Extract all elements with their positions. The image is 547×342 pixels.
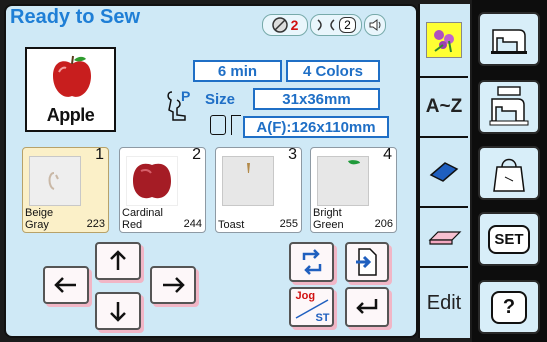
thread-item[interactable]: 2 Cardinal Red 244 [119,146,206,233]
bobbin-count: 2 [290,17,299,33]
start-point-button[interactable] [345,242,389,282]
tab-eraser[interactable] [418,138,468,208]
thread-code: 255 [279,218,298,230]
sound-icon[interactable] [364,14,386,36]
thread-name: Beige Gray [25,207,54,231]
arrow-up-icon [108,250,128,272]
tab-edit[interactable]: Edit [418,268,468,338]
size-label: Size [205,91,236,108]
hoop-size: A(F):126x110mm [243,116,389,138]
tab-column: A~Z Edit [418,4,470,338]
thread-code: 206 [374,218,393,230]
machine-sidebar: SET ? [472,0,547,342]
design-name: Apple [46,105,95,125]
arrow-down-icon [108,300,128,322]
thread-item[interactable]: 1 Beige Gray 223 [22,146,109,233]
move-down-button[interactable] [95,292,141,330]
eraser-icon [427,159,461,185]
sewing-time: 6 min [193,60,282,82]
bobbin-indicator: 2 [262,14,308,36]
tab-stitch-block[interactable] [418,208,468,268]
sewing-machine-icon [489,22,529,56]
sewing-machine-button[interactable] [478,12,540,66]
thread-tension-icon [316,18,336,32]
arrow-left-icon [54,275,78,295]
page-title: Ready to Sew [10,6,141,28]
tab-alphabet-label: A~Z [425,96,463,117]
tab-alphabet[interactable]: A~Z [418,78,468,138]
help-label: ? [490,290,528,324]
hoop-bracket [231,115,241,135]
thread-item[interactable]: 3 Toast 255 [215,146,302,233]
move-left-button[interactable] [43,266,89,304]
start-point-icon [354,247,380,277]
thread-name: Bright Green [313,207,344,231]
presser-foot-label: P [181,88,191,104]
return-button[interactable] [345,287,389,327]
thread-code: 223 [86,218,105,230]
thread-tension-indicator: 2 [310,14,362,36]
settings-button[interactable]: SET [478,212,540,266]
move-right-button[interactable] [150,266,196,304]
embroidery-unit-button[interactable] [478,80,540,134]
tab-edit-label: Edit [426,291,462,314]
tab-flowers[interactable] [418,4,468,78]
color-count: 4 Colors [286,60,380,82]
bobbin-icon [271,17,288,33]
rotate-icon [298,248,326,276]
thread-number: 3 [288,146,297,163]
st-label: ST [315,312,330,324]
move-up-button[interactable] [95,242,141,280]
rotate-button[interactable] [289,242,334,282]
bag-icon [491,153,527,193]
settings-label: SET [488,224,530,254]
design-preview: Apple [25,47,116,132]
thread-number: 4 [383,146,392,163]
hoop-icon [210,115,226,135]
tension-count: 2 [339,17,356,33]
arrow-right-icon [161,275,185,295]
thread-number: 1 [95,146,104,163]
jog-st-button[interactable]: Jog ST [289,287,334,327]
apple-design-image [49,54,95,104]
embroidery-machine-icon [488,85,530,129]
flower-design-icon [426,22,462,58]
stitch-block-icon [426,226,462,248]
return-icon [354,296,380,318]
thread-number: 2 [192,146,201,163]
thread-code: 244 [183,218,202,230]
help-button[interactable]: ? [478,280,540,334]
design-size: 31x36mm [253,88,380,110]
thread-name: Cardinal Red [122,207,163,231]
thread-name: Toast [218,219,245,231]
bag-button[interactable] [478,146,540,200]
thread-item[interactable]: 4 Bright Green 206 [310,146,397,233]
